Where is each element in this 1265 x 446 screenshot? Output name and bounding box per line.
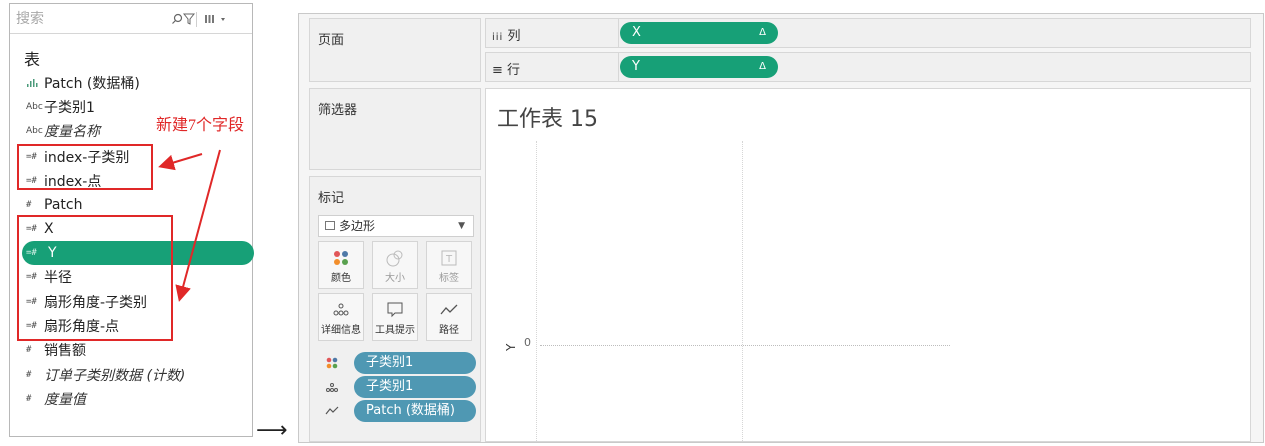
button-label: 工具提示: [375, 325, 415, 336]
shelf-divider: [618, 53, 619, 81]
y-axis-label[interactable]: Y: [504, 344, 518, 351]
color-dots-icon: [326, 357, 338, 369]
flow-arrow: ⟶: [256, 418, 288, 443]
zero-line: [540, 345, 950, 346]
path-button[interactable]: 路径: [426, 293, 472, 341]
button-label: 详细信息: [321, 325, 361, 336]
detail-icon: [319, 300, 363, 320]
columns-shelf-label: iii 列: [492, 25, 521, 44]
filters-title: 筛选器: [318, 103, 358, 118]
color-button[interactable]: 颜色: [318, 241, 364, 289]
mark-type-dropdown[interactable]: 多边形 ▼: [318, 215, 474, 237]
annotation-arrows: [158, 149, 221, 302]
pill-label: X: [632, 25, 641, 40]
button-label: 颜色: [331, 273, 351, 284]
columns-label: 列: [507, 29, 521, 44]
marks-card: 标记 多边形 ▼ 颜色 大小 T 标签 详细信息 工具提示 路径 子类别1 子类…: [309, 176, 481, 442]
polygon-icon: [325, 221, 335, 230]
marks-pill-path-patch-bin[interactable]: Patch (数据桶): [354, 400, 476, 422]
tooltip-button[interactable]: 工具提示: [372, 293, 418, 341]
worksheet: 页面 筛选器 iii 列 X Δ ≡ 行 Y Δ 工作表 15 Y 0 标记 多…: [298, 13, 1264, 443]
detail-button[interactable]: 详细信息: [318, 293, 364, 341]
delta-icon: Δ: [759, 27, 766, 38]
rows-shelf-label: ≡ 行: [492, 59, 520, 78]
label-icon: T: [427, 248, 471, 268]
view-canvas[interactable]: 工作表 15 Y 0: [485, 88, 1251, 442]
marks-title: 标记: [318, 191, 345, 206]
rows-label: 行: [507, 63, 521, 78]
arrow-to-coords-box: [175, 149, 221, 302]
size-icon: [373, 248, 417, 268]
marks-pill-detail-subcategory1[interactable]: 子类别1: [354, 376, 476, 398]
pill-label: Y: [632, 59, 640, 74]
button-label: 路径: [439, 325, 459, 336]
y-axis-tick: 0: [524, 336, 531, 349]
button-label: 大小: [385, 273, 405, 284]
pill-label: 子类别1: [366, 379, 414, 394]
label-button[interactable]: T 标签: [426, 241, 472, 289]
shelf-divider: [618, 19, 619, 47]
rows-icon: ≡: [492, 63, 503, 78]
arrow-to-index-box: [158, 153, 203, 171]
mark-type-label: 多边形: [339, 219, 376, 233]
pill-label: Patch (数据桶): [366, 403, 455, 418]
columns-icon: iii: [492, 32, 504, 43]
path-icon: [325, 406, 339, 415]
row-pill-y[interactable]: Y Δ: [620, 56, 778, 78]
column-pill-x[interactable]: X Δ: [620, 22, 778, 44]
gridline: [742, 141, 743, 441]
pages-title: 页面: [318, 33, 345, 48]
data-pane: 表 Patch (数据桶) Abc 子类别1 Abc 度量名称 =# index…: [9, 3, 254, 437]
filters-card[interactable]: 筛选器: [309, 88, 481, 170]
color-icon: [319, 248, 363, 268]
size-button[interactable]: 大小: [372, 241, 418, 289]
chevron-down-icon: ▼: [458, 221, 465, 231]
pill-label: 子类别1: [366, 355, 414, 370]
pages-card[interactable]: 页面: [309, 18, 481, 82]
columns-shelf[interactable]: iii 列 X Δ: [485, 18, 1251, 48]
gridline: [536, 141, 537, 441]
detail-dots-icon: [326, 383, 338, 392]
svg-text:T: T: [445, 254, 453, 265]
marks-pill-color-subcategory1[interactable]: 子类别1: [354, 352, 476, 374]
rows-shelf[interactable]: ≡ 行 Y Δ: [485, 52, 1251, 82]
delta-icon: Δ: [759, 61, 766, 72]
sheet-title: 工作表 15: [497, 107, 598, 132]
button-label: 标签: [439, 273, 459, 284]
path-icon: [427, 300, 471, 320]
tooltip-icon: [373, 300, 417, 320]
